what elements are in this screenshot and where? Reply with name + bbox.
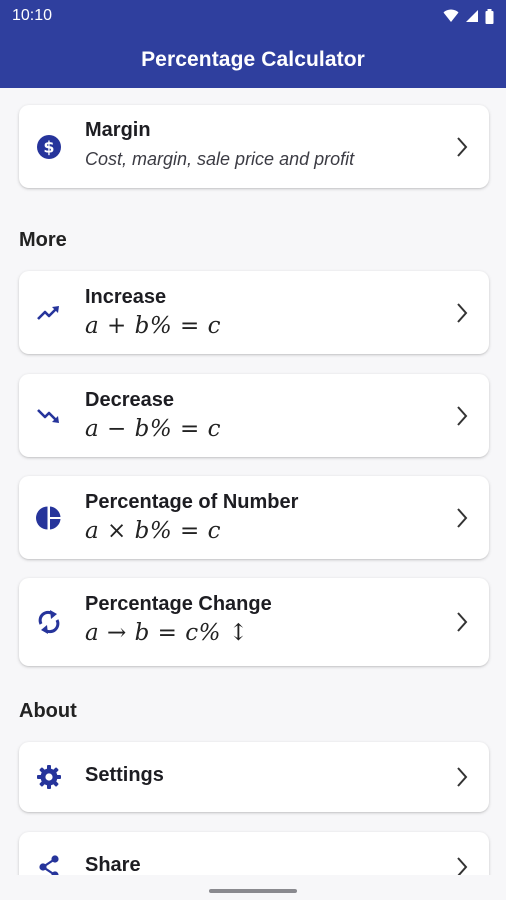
percentage-of-number-title: Percentage of Number [85,491,299,513]
margin-subtitle: Cost, margin, sale price and profit [85,149,355,169]
share-card[interactable]: Share [19,832,489,875]
share-title: Share [85,854,141,875]
share-icon [36,854,62,875]
margin-title: Margin [85,119,151,141]
chevron-right-icon [457,136,468,157]
decrease-formula: a − b% = c [85,416,221,442]
increase-title: Increase [85,286,167,308]
pie-chart-icon [36,505,62,531]
chevron-right-icon [457,612,468,632]
dollar-circle-icon: $ [36,134,62,160]
chevron-right-icon [457,857,468,875]
percentage-of-number-formula: a × b% = c [85,518,221,544]
trending-up-icon [36,300,62,326]
main-list[interactable]: $ Margin Cost, margin, sale price and pr… [0,88,506,875]
sync-icon [36,609,62,635]
chevron-right-icon [457,302,468,323]
decrease-card[interactable]: Decrease a − b% = c [19,374,489,457]
status-time: 10:10 [12,7,53,24]
status-bar: 10:10 [0,0,506,32]
percentage-of-number-card[interactable]: Percentage of Number a × b% = c [19,476,489,559]
section-about-label: About [19,700,77,722]
app-bar: Percentage Calculator [0,32,506,88]
section-more-label: More [19,229,67,251]
home-gesture-handle[interactable] [209,889,297,893]
margin-card[interactable]: $ Margin Cost, margin, sale price and pr… [19,105,489,188]
decrease-title: Decrease [85,389,174,411]
app-title: Percentage Calculator [141,48,365,71]
gear-icon [36,764,62,790]
chevron-right-icon [457,767,468,787]
svg-text:$: $ [43,137,54,156]
percentage-change-formula: a → b = c% ↕ [85,620,249,646]
increase-formula: a + b% = c [85,313,221,339]
wifi-icon [443,9,459,22]
navigation-bar [0,875,506,900]
percentage-change-title: Percentage Change [85,593,272,615]
increase-card[interactable]: Increase a + b% = c [19,271,489,354]
settings-title: Settings [85,764,164,786]
chevron-right-icon [457,507,468,528]
chevron-right-icon [457,405,468,426]
signal-icon [466,10,478,22]
battery-icon [485,8,494,24]
settings-card[interactable]: Settings [19,742,489,812]
percentage-change-card[interactable]: Percentage Change a → b = c% ↕ [19,578,489,666]
trending-down-icon [36,403,62,429]
